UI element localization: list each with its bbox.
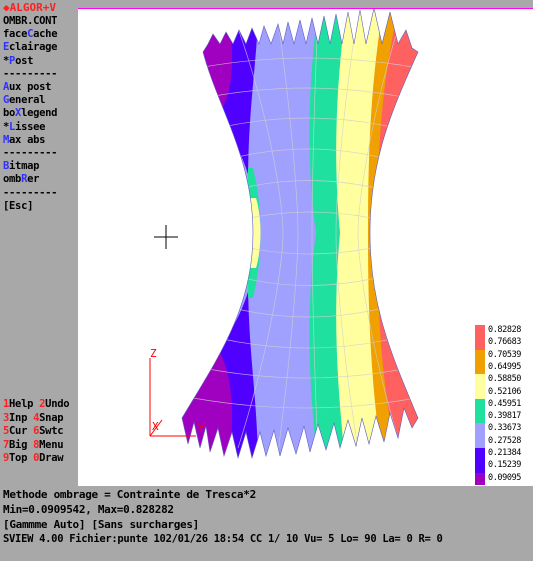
fkey-label: Draw	[39, 452, 64, 464]
function-key-row[interactable]: 9Top 0Draw	[3, 452, 64, 465]
menu-item-text: ache	[33, 28, 58, 41]
menu-item-text: OMBR.CONT	[3, 15, 58, 27]
legend-value: 0.76683	[488, 337, 522, 348]
legend-swatch	[475, 472, 485, 486]
menu-item-text: ost	[15, 54, 34, 67]
legend-value: 0.09095	[488, 472, 522, 483]
menu-item[interactable]: Bitmap	[3, 160, 39, 173]
legend-swatch	[475, 398, 485, 412]
function-key-row[interactable]: 7Big 8Menu	[3, 438, 64, 452]
contour-plot: Z X Y	[149, 7, 419, 460]
range-mode: [Gammme Auto] [Sans surcharges]	[3, 518, 199, 531]
menu-item[interactable]: ombRer	[3, 173, 39, 186]
menu-item-text: ax abs	[9, 133, 46, 146]
menu-item: OMBR.CONT	[3, 15, 58, 28]
fkey-label: Inp	[9, 411, 34, 424]
menu-item-text: [Esc]	[3, 199, 34, 212]
axis-y-label: Y	[198, 422, 205, 435]
menu-item-text: itmap	[9, 160, 40, 173]
diamond-icon: ◆	[3, 1, 10, 14]
fkey-label: Big	[9, 438, 34, 451]
legend-value: 0.52106	[488, 386, 522, 397]
legend-value: 0.39817	[488, 411, 522, 422]
menu-item-text: issee	[15, 120, 46, 133]
status-panel: Methode ombrage = Contrainte de Tresca*2…	[0, 486, 533, 561]
legend-swatch	[475, 325, 485, 338]
window-top-border	[78, 8, 533, 9]
fkey-label: Snap	[39, 411, 64, 424]
menu-item-text: ---------	[3, 186, 58, 199]
legend-swatch	[475, 361, 485, 375]
menu-item-text: ux post	[9, 81, 52, 93]
menu-item: ---------	[3, 147, 58, 160]
shading-method: Methode ombrage = Contrainte de Tresca*2	[3, 488, 256, 501]
legend-value: 0.27528	[488, 435, 522, 446]
menu-item[interactable]: [Esc]	[3, 200, 33, 213]
menu-item[interactable]: *Lissee	[3, 121, 45, 134]
viewport-canvas[interactable]: Z X Y	[78, 7, 533, 486]
file-info-line: SVIEW 4.00 Fichier:punte 102/01/26 18:54…	[3, 533, 443, 545]
menu-item[interactable]: *Post	[3, 55, 33, 68]
legend-value: 0.33673	[488, 423, 522, 434]
legend-value: 0.70539	[488, 349, 522, 360]
command-menu: ◆ALGOR+V OMBR.CONT faceCache Eclairage *Pos…	[0, 0, 78, 486]
crosshair-cursor	[154, 225, 178, 249]
function-key-row[interactable]: 1Help 2Undo	[3, 398, 70, 411]
legend-value: 0.58850	[488, 374, 522, 385]
axis-x-label: X	[152, 420, 159, 433]
axis-z-label: Z	[150, 347, 157, 360]
menu-item-text: omb	[3, 173, 22, 186]
color-legend: 0.82828 0.76683 0.70539 0.64995 0.58850 0.521…	[475, 325, 533, 486]
function-key-row[interactable]: 3Inp 4Snap	[3, 411, 64, 425]
menu-item[interactable]: Max abs	[3, 134, 45, 147]
app-title: ◆ALGOR+V	[3, 1, 56, 14]
menu-item-text: face	[3, 28, 28, 41]
menu-item-text: eneral	[9, 94, 46, 107]
fkey-label: Undo	[45, 398, 70, 410]
menu-item[interactable]: boXlegend	[3, 107, 58, 120]
fkey-label: Swtc	[39, 425, 64, 437]
legend-value: 0.15239	[488, 460, 522, 471]
menu-item-text: ---------	[3, 67, 58, 80]
legend-value: 0.64995	[488, 361, 522, 372]
legend-swatch	[475, 337, 485, 351]
menu-item: ---------	[3, 186, 58, 200]
function-key-row[interactable]: 5Cur 6Swtc	[3, 425, 64, 438]
menu-item-text: bo	[3, 107, 16, 120]
menu-item: ---------	[3, 67, 58, 81]
menu-item[interactable]: General	[3, 94, 45, 107]
legend-swatch	[475, 423, 485, 437]
legend-swatch	[475, 435, 485, 449]
menu-item-text: er	[27, 173, 40, 186]
menu-item[interactable]: Aux post	[3, 81, 51, 94]
fkey-label: Top	[9, 452, 34, 464]
legend-swatch	[475, 448, 485, 461]
fkey-label: Cur	[9, 425, 34, 437]
menu-item-text: clairage	[9, 41, 58, 54]
fkey-label: Help	[9, 398, 40, 410]
legend-swatch	[475, 460, 485, 474]
fkey-label: Menu	[39, 438, 64, 451]
min-max-readout: Min=0.0909542, Max=0.828282	[3, 503, 174, 516]
legend-value: 0.82828	[488, 325, 522, 335]
legend-swatch	[475, 349, 485, 363]
menu-item-text: legend	[21, 107, 58, 120]
menu-item[interactable]: Eclairage	[3, 41, 58, 54]
legend-swatch	[475, 411, 485, 424]
legend-value: 0.21384	[488, 448, 522, 459]
menu-item-text: ---------	[3, 147, 58, 159]
legend-swatch	[475, 374, 485, 388]
legend-value: 0.45951	[488, 398, 522, 409]
legend-swatch	[475, 386, 485, 400]
menu-item[interactable]: faceCache	[3, 28, 58, 41]
